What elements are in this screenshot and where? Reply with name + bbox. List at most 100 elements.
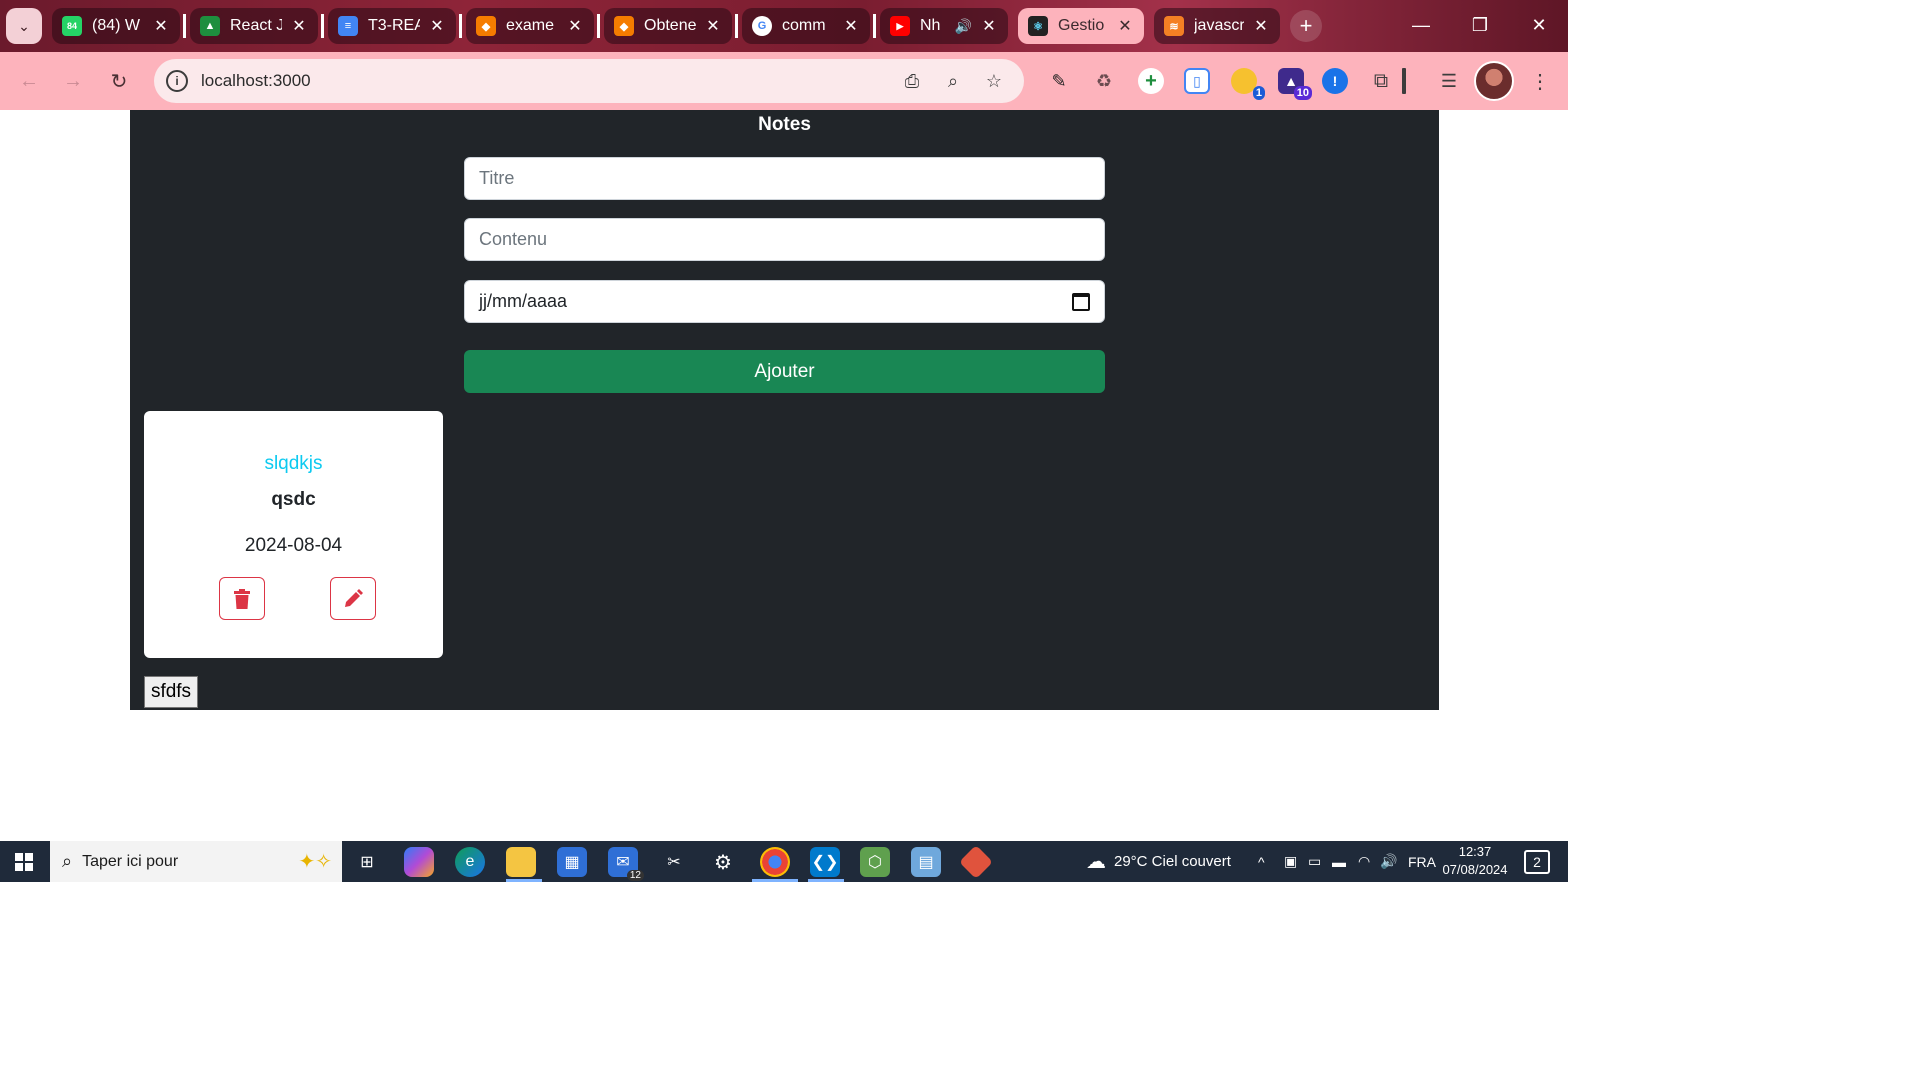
snipping-tool-icon[interactable]: ✂ (659, 847, 689, 877)
task-view-icon[interactable]: ⊞ (352, 847, 382, 877)
tab-gestion-active[interactable]: ⚛ Gestio ✕ (1018, 8, 1144, 44)
mail-icon[interactable]: ✉ 12 (608, 847, 644, 881)
content-input[interactable]: Contenu (464, 218, 1105, 261)
zoom-icon[interactable]: ⌕ (941, 69, 965, 93)
puzzle-icon[interactable]: ⧉ (1368, 68, 1394, 94)
speaker-icon[interactable]: 🔊 (955, 18, 972, 35)
weather-widget[interactable]: ☁ 29°C Ciel couvert (1086, 841, 1231, 882)
close-icon[interactable]: ✕ (1252, 16, 1270, 36)
wifi-icon[interactable]: ◠ (1358, 841, 1370, 882)
tab-obtenir[interactable]: ◆ Obtene ✕ (604, 8, 732, 44)
tab-docs[interactable]: ≡ T3-REA ✕ (328, 8, 456, 44)
close-icon[interactable]: ✕ (704, 16, 722, 36)
info-extension-icon[interactable]: ! (1322, 68, 1348, 94)
clock-time: 12:37 (1458, 844, 1492, 859)
graduation-cap-icon[interactable]: ▲ 10 (1278, 68, 1312, 100)
avatar[interactable] (1474, 61, 1514, 101)
forward-button[interactable]: → (58, 66, 88, 96)
media-control-icon[interactable]: ☰ (1436, 68, 1462, 94)
tab-whatsapp[interactable]: 84 (84) W ✕ (52, 8, 180, 44)
flame-icon: ◆ (614, 16, 634, 36)
meet-icon[interactable]: ▣ (1284, 841, 1297, 882)
toolbar-divider (1402, 68, 1406, 94)
vscode-icon[interactable]: ❮❯ (810, 847, 840, 877)
edit-button[interactable] (330, 577, 376, 620)
nodejs-icon[interactable]: ⬡ (860, 847, 890, 877)
eyedropper-icon[interactable]: ✎ (1046, 68, 1072, 94)
cloud-icon: ☁ (1086, 851, 1106, 873)
copilot-icon[interactable] (404, 847, 434, 877)
close-icon: ✕ (1531, 14, 1547, 35)
menu-dots-icon[interactable]: ⋮ (1530, 66, 1550, 96)
date-input[interactable]: jj/mm/aaaa (464, 280, 1105, 323)
close-icon[interactable]: ✕ (980, 16, 998, 36)
address-bar[interactable]: i localhost:3000 ⎙ ⌕ ☆ (154, 59, 1024, 103)
volume-icon[interactable]: 🔊 (1380, 841, 1397, 882)
settings-gear-icon[interactable]: ⚙ (708, 847, 738, 877)
display-icon[interactable]: ▭ (1308, 841, 1321, 882)
system-clock[interactable]: 12:37 07/08/2024 (1440, 843, 1510, 879)
title-placeholder: Titre (479, 168, 515, 188)
tab-title: (84) W (92, 17, 140, 34)
add-button[interactable]: Ajouter (464, 350, 1105, 393)
tray-chevron-icon[interactable]: ^ (1258, 841, 1265, 882)
tab-search-button[interactable]: ⌄ (6, 8, 42, 44)
file-explorer-icon[interactable] (506, 847, 536, 877)
back-button[interactable]: ← (14, 66, 44, 96)
tab-exam[interactable]: ◆ exame ✕ (466, 8, 594, 44)
install-app-icon[interactable]: ⎙ (900, 69, 924, 93)
language-indicator[interactable]: FRA (1408, 841, 1436, 882)
content-placeholder: Contenu (479, 229, 548, 249)
close-icon[interactable]: ✕ (1116, 16, 1134, 36)
recycle-extension-icon[interactable]: ♻ (1091, 68, 1117, 94)
tab-youtube[interactable]: ▶ Nh 🔊 ✕ (880, 8, 1008, 44)
bookmark-star-icon[interactable]: ☆ (982, 69, 1006, 93)
info-icon[interactable]: i (166, 70, 188, 92)
restore-button[interactable]: ❐ (1451, 0, 1509, 50)
tab-stackoverflow[interactable]: ≋ javascr ✕ (1154, 8, 1280, 44)
close-icon[interactable]: ✕ (842, 16, 860, 36)
minimize-button[interactable]: — (1392, 0, 1450, 50)
tab-divider (873, 14, 876, 38)
tab-divider (321, 14, 324, 38)
extension-badge: 1 (1252, 86, 1265, 100)
stackoverflow-icon: ≋ (1164, 16, 1184, 36)
notification-center-icon[interactable]: 2 (1524, 850, 1550, 874)
start-button[interactable] (0, 841, 48, 882)
edge-icon[interactable]: e (455, 847, 485, 877)
tab-title: javascr (1194, 17, 1244, 34)
taskbar-search-input[interactable]: ⌕ Taper ici pour ✦✧ (50, 841, 342, 882)
store-icon[interactable]: ▦ (557, 847, 587, 877)
reload-button[interactable]: ↻ (104, 66, 134, 96)
battery-icon[interactable]: ▬ (1332, 841, 1346, 882)
minimize-icon: — (1412, 14, 1430, 35)
docs-extension-icon[interactable]: ▯ (1184, 68, 1210, 94)
tab-divider (459, 14, 462, 38)
reload-icon: ↻ (110, 70, 128, 93)
note-card: slqdkjs qsdc 2024-08-04 (144, 411, 443, 658)
tab-divider (183, 14, 186, 38)
taskbar-search-placeholder: Taper ici pour (82, 852, 179, 870)
url-text[interactable]: localhost:3000 (201, 71, 311, 91)
tab-google[interactable]: G comm ✕ (742, 8, 870, 44)
close-icon[interactable]: ✕ (290, 16, 308, 36)
new-tab-button[interactable]: + (1290, 10, 1322, 42)
close-icon[interactable]: ✕ (428, 16, 446, 36)
extension-icon[interactable]: 1 (1231, 68, 1265, 100)
git-icon[interactable] (959, 845, 993, 879)
tab-react[interactable]: ▲ React J ✕ (190, 8, 318, 44)
close-icon[interactable]: ✕ (152, 16, 170, 36)
sfdfs-button[interactable]: sfdfs (144, 676, 198, 708)
plus-extension-icon[interactable]: + (1138, 68, 1164, 94)
delete-button[interactable] (219, 577, 265, 620)
trash-icon (234, 588, 250, 609)
close-icon[interactable]: ✕ (566, 16, 584, 36)
chrome-icon[interactable] (760, 847, 790, 877)
tab-title: Obtene (644, 17, 696, 34)
paint-icon[interactable]: ▤ (911, 847, 941, 877)
tab-title: React J (230, 17, 282, 34)
page-viewport: Notes Titre Contenu jj/mm/aaaa Ajouter s… (0, 110, 1568, 841)
calendar-icon[interactable] (1072, 292, 1090, 311)
title-input[interactable]: Titre (464, 157, 1105, 200)
close-window-button[interactable]: ✕ (1510, 0, 1568, 50)
